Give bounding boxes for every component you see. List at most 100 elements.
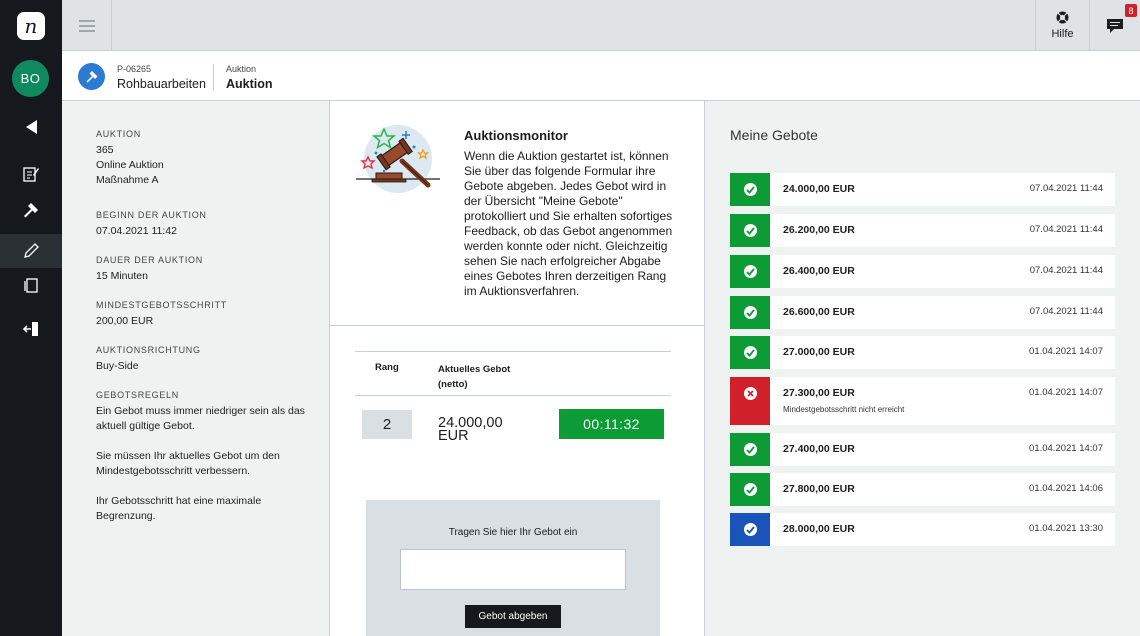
rule-text: Ihr Gebotsschritt hat eine maximale Begr…: [96, 495, 262, 522]
gavel-icon: [24, 203, 38, 218]
copy-icon: [24, 278, 38, 293]
auction-illustration: [354, 123, 442, 200]
bid-amount: 26.400,00 EUR: [783, 265, 855, 277]
submit-bid-button[interactable]: Gebot abgeben: [465, 605, 561, 628]
bid-item: 26.200,00 EUR 07.04.2021 11:44: [730, 214, 1115, 247]
user-avatar[interactable]: BO: [12, 60, 49, 97]
bid-status-accepted: [730, 173, 770, 206]
app-logo[interactable]: n: [17, 12, 45, 40]
check-icon: [743, 183, 757, 196]
current-bid-value: 24.000,00 EUR: [438, 415, 503, 444]
check-icon: [743, 224, 757, 237]
my-bids-title: Meine Gebote: [730, 127, 818, 143]
document-edit-icon: [23, 167, 39, 182]
bid-error-note: Mindestgebotsschritt nicht erreicht: [783, 405, 905, 414]
bid-form: Tragen Sie hier Ihr Gebot ein Gebot abge…: [366, 500, 660, 636]
bid-status-accepted: [730, 433, 770, 466]
rank-header: Rang: [375, 362, 399, 373]
bid-status-current: [730, 513, 770, 546]
rule-text: Ein Gebot muss immer niedriger sein als …: [96, 405, 305, 432]
bid-date: 01.04.2021 14:07: [1029, 387, 1103, 398]
lifebuoy-icon: [1056, 11, 1069, 24]
current-bid-header: Aktuelles Gebot (netto): [438, 364, 511, 390]
gavel-illustration-icon: [356, 125, 440, 193]
sidebar-item-documents[interactable]: [0, 268, 62, 302]
sidebar-item-pencil[interactable]: [0, 234, 62, 268]
auction-group: AUKTION 365 Online Auktion Maßnahme A: [96, 129, 329, 188]
bid-item: 27.800,00 EUR 01.04.2021 14:06: [730, 473, 1115, 506]
start-group: BEGINN DER AUKTION 07.04.2021 11:42: [96, 210, 329, 239]
bid-amount: 27.000,00 EUR: [783, 346, 855, 358]
bid-status-rejected: [730, 377, 770, 425]
back-arrow-icon: [26, 120, 37, 134]
monitor-description: Wenn die Auktion gestartet ist, können S…: [464, 149, 673, 298]
check-icon: [743, 265, 757, 278]
sidebar-item-edit-doc[interactable]: [0, 157, 62, 191]
bid-date: 07.04.2021 11:44: [1029, 265, 1103, 276]
min-step-value: 200,00 EUR: [96, 315, 154, 327]
help-label: Hilfe: [1051, 28, 1074, 40]
bid-date: 01.04.2021 14:06: [1029, 483, 1103, 494]
bid-item: 26.400,00 EUR 07.04.2021 11:44: [730, 255, 1115, 288]
bid-date: 07.04.2021 11:44: [1029, 224, 1103, 235]
bid-date: 01.04.2021 13:30: [1029, 523, 1103, 534]
bid-date: 01.04.2021 14:07: [1029, 443, 1103, 454]
collapse-sidebar-button[interactable]: [0, 110, 62, 144]
bid-amount: 27.300,00 EUR: [783, 387, 855, 399]
auction-number: 365: [96, 144, 114, 156]
bid-item: 24.000,00 EUR 07.04.2021 11:44: [730, 173, 1115, 206]
top-bar: Hilfe 8: [62, 0, 1140, 51]
bid-prompt: Tragen Sie hier Ihr Gebot ein: [448, 527, 578, 538]
section-breadcrumb: Auktion Auktion: [226, 64, 273, 91]
start-value: 07.04.2021 11:42: [96, 225, 177, 237]
my-bids-panel: Meine Gebote 24.000,00 EUR 07.04.2021 11…: [705, 101, 1140, 636]
auction-type: Online Auktion: [96, 159, 164, 171]
check-icon: [743, 443, 757, 456]
min-step-group: MINDESTGEBOTSSCHRITT 200,00 EUR: [96, 300, 329, 329]
pencil-icon: [24, 243, 39, 258]
bid-item: 27.000,00 EUR 01.04.2021 14:07: [730, 336, 1115, 369]
bid-status-accepted: [730, 473, 770, 506]
duration-value: 15 Minuten: [96, 270, 148, 282]
main-sidebar: n BO: [0, 0, 62, 636]
auction-info-panel: AUKTION 365 Online Auktion Maßnahme A BE…: [62, 101, 330, 636]
sidebar-item-auction[interactable]: [0, 193, 62, 227]
rank-table: Rang Aktuelles Gebot (netto) 2 24.000,00…: [355, 351, 671, 443]
avatar-initials: BO: [20, 71, 41, 86]
duration-group: DAUER DER AUKTION 15 Minuten: [96, 255, 329, 284]
project-name: Rohbauarbeiten: [117, 77, 206, 91]
countdown-timer: 00:11:32: [559, 409, 664, 439]
logo-letter: n: [24, 14, 38, 38]
check-icon: [743, 483, 757, 496]
notification-badge: 8: [1125, 4, 1137, 17]
rule-text: Sie müssen Ihr aktuelles Gebot um den Mi…: [96, 450, 280, 477]
bid-amount: 28.000,00 EUR: [783, 523, 855, 535]
section-name: Auktion: [226, 77, 273, 91]
menu-button[interactable]: [62, 0, 112, 51]
bid-amount-input[interactable]: [400, 549, 626, 590]
bid-amount: 27.400,00 EUR: [783, 443, 855, 455]
bid-date: 07.04.2021 11:44: [1029, 306, 1103, 317]
bid-amount: 26.600,00 EUR: [783, 306, 855, 318]
bid-status-accepted: [730, 296, 770, 329]
check-icon: [743, 306, 757, 319]
sidebar-item-logout[interactable]: [0, 312, 62, 346]
direction-group: AUKTIONSRICHTUNG Buy-Side: [96, 345, 329, 374]
chat-bubble-icon: [1107, 18, 1123, 33]
project-breadcrumb[interactable]: P-06265 Rohbauarbeiten: [117, 64, 206, 91]
rules-group: GEBOTSREGELN Ein Gebot muss immer niedri…: [96, 390, 329, 524]
bid-amount: 27.800,00 EUR: [783, 483, 855, 495]
start-label: BEGINN DER AUKTION: [96, 210, 207, 220]
project-header: P-06265 Rohbauarbeiten Auktion Auktion: [62, 51, 1140, 101]
project-id: P-06265: [117, 64, 152, 74]
direction-label: AUKTIONSRICHTUNG: [96, 345, 201, 355]
gavel-icon: [86, 70, 97, 83]
monitor-intro: Auktionsmonitor Wenn die Auktion gestart…: [330, 101, 705, 326]
help-button[interactable]: Hilfe: [1035, 0, 1089, 51]
bid-status-accepted: [730, 214, 770, 247]
duration-label: DAUER DER AUKTION: [96, 255, 203, 265]
bid-date: 01.04.2021 14:07: [1029, 346, 1103, 357]
rank-table-header: Rang Aktuelles Gebot (netto): [355, 352, 671, 396]
rules-label: GEBOTSREGELN: [96, 390, 179, 400]
auction-measure: Maßnahme A: [96, 174, 159, 186]
